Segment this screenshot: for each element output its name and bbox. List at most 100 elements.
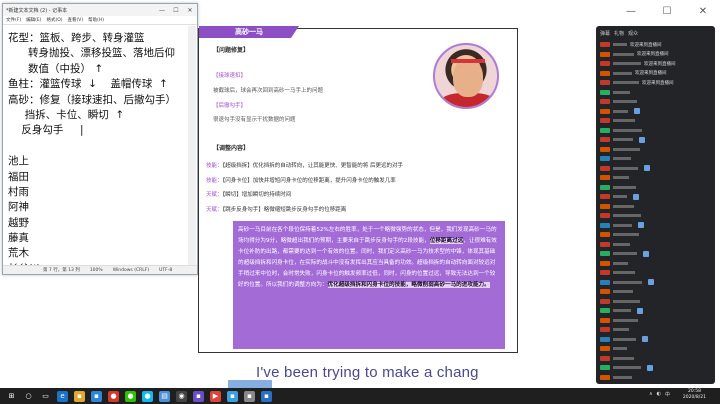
status-line-ending: Windows (CRLF) [112,267,150,273]
status-position: 第 7 行，第 13 列 [43,268,80,273]
notepad-line: 越野 [8,216,29,229]
fan-badge [600,365,610,371]
menu-format[interactable]: 格式(O) [46,17,62,23]
chat-message: 欢迎来到直播间 [596,59,715,69]
qq-icon[interactable]: ● [142,390,153,402]
minimize-button[interactable]: — [624,6,638,17]
chat-username [613,328,629,332]
skill-text: 【瞬切】增加瞬切的持续时间 [222,192,292,198]
chat-message [596,278,715,288]
chat-message [596,249,715,259]
chat-message: 欢迎来到直播间 [596,50,715,60]
windows-taskbar: ⊞ ○ ▭ e ▪ ▪ ● ● ● ▤ ◉ ▪ ▶ ▪ ▪ ▪ ∧ ◐ 中 20:58 2020/8/21 [0,388,720,404]
tray-expand-icon[interactable]: ∧ [649,391,653,398]
skill-text: 【跳步反身勾手】略微缩短跳步反身勾手的位移距离 [222,207,347,213]
tray-ime-icon[interactable]: 中 [665,391,670,398]
chat-text: 欢迎来到直播间 [642,80,674,86]
tab-gifts[interactable]: 礼物 [614,30,624,37]
status-zoom: 100% [89,267,103,273]
menu-file[interactable]: 文件(F) [6,17,21,23]
chat-message [596,126,715,136]
live-chat-panel: 弹幕 礼物 观众 欢迎来到直播间 欢迎来到直播间 欢迎来到直播间 欢迎来到直播间 欢迎来… [596,26,715,384]
chat-text: 欢迎来到直播间 [637,52,669,58]
skill-tag: 天赋： [206,207,223,213]
menu-help[interactable]: 帮助(H) [88,17,104,23]
tab-audience[interactable]: 观众 [628,30,638,37]
chat-username [613,62,641,66]
chat-username [613,52,634,56]
fan-badge [600,203,610,209]
fan-badge [600,317,610,323]
notepad-line: 村雨 [8,185,29,198]
app-icon[interactable]: ▪ [227,390,238,402]
menu-view[interactable]: 查看(V) [68,17,84,23]
fan-badge [600,346,610,352]
fan-badge [600,42,610,48]
fan-badge [600,108,610,114]
fan-badge [600,232,610,238]
chat-username [613,223,632,227]
chat-username [613,109,628,113]
chat-username [613,375,632,379]
notepad-window: *新建文本文档 (2) - 记事本 — ☐ ✕ 文件(F) 编辑(E) 格式(O… [2,3,198,275]
notepad-icon[interactable]: ▤ [159,390,170,402]
skill-line-1: 技能：【超级挡拆】优化挡拆的自动转向，让其能更快、更智能的将 后更远的对手 [206,161,403,169]
fan-badge [600,374,610,380]
chat-message [596,221,715,231]
notepad-minimize-button[interactable]: — [155,7,169,14]
menu-edit[interactable]: 编辑(E) [26,17,41,23]
video-icon[interactable]: ▶ [210,390,221,402]
patch-note-document: 高砂一马 【问题修复】 【接球速扣】 被截球后，球会再次回到高砂一马手上的问题 … [198,26,518,353]
gift-icon [644,165,650,172]
chat-message [596,183,715,193]
fan-badge [600,298,610,304]
notepad-line: 数值（中投） ↑ [8,62,104,75]
store-icon[interactable]: ▪ [91,390,102,402]
notepad-text-area[interactable]: 花型：篮板、跨步、转身灌篮 转身抛投、漂移投篮、落地后仰 数值（中投） ↑ 鱼柱：… [4,26,190,266]
system-tray: ∧ ◐ 中 [649,391,670,398]
character-name-header: 高砂一马 [199,26,299,38]
maximize-button[interactable]: ☐ [660,6,674,17]
notepad-maximize-button[interactable]: ☐ [169,7,183,14]
obs-icon[interactable]: ◉ [176,390,187,402]
app3-icon[interactable]: ▪ [261,390,272,402]
chat-username [613,309,631,313]
fan-badge [600,222,610,228]
chat-username [613,43,627,47]
chat-message [596,306,715,316]
tab-danmaku[interactable]: 弹幕 [600,30,610,37]
notepad-scrollbar[interactable] [188,26,196,266]
app2-icon[interactable]: ▪ [244,390,255,402]
chat-message [596,230,715,240]
fan-badge [600,51,610,57]
game-icon[interactable]: ▪ [193,390,204,402]
chat-username [613,100,637,104]
start-icon[interactable]: ⊞ [6,390,17,402]
taskbar-clock[interactable]: 20:58 2020/8/21 [683,389,706,401]
notepad-close-button[interactable]: ✕ [183,7,197,14]
edge-icon[interactable]: e [57,390,68,402]
chat-username [613,299,640,303]
gift-icon [637,307,643,314]
wechat-icon[interactable]: ● [125,390,136,402]
gift-icon [638,222,644,229]
taskview-icon[interactable]: ▭ [40,390,51,402]
chat-message [596,344,715,354]
chat-username [613,147,640,151]
folder-icon[interactable]: ▪ [74,390,85,402]
search-icon[interactable]: ○ [23,390,34,402]
chat-message [596,363,715,373]
chat-message-list[interactable]: 欢迎来到直播间 欢迎来到直播间 欢迎来到直播间 欢迎来到直播间 欢迎来到直播间 [596,40,715,382]
fan-badge [600,308,610,314]
tray-network-icon[interactable]: ◐ [657,391,661,398]
close-button[interactable]: ✕ [696,6,710,17]
chat-username [613,119,635,123]
notepad-line: 高砂：修复（接球速扣、后撤勾手） [8,93,176,106]
chrome-icon[interactable]: ● [108,390,119,402]
chat-message: 欢迎来到直播间 [596,78,715,88]
fan-badge [600,327,610,333]
chat-username [613,195,627,199]
fan-badge [600,241,610,247]
chat-message [596,154,715,164]
notepad-titlebar[interactable]: *新建文本文档 (2) - 记事本 — ☐ ✕ [3,4,197,16]
